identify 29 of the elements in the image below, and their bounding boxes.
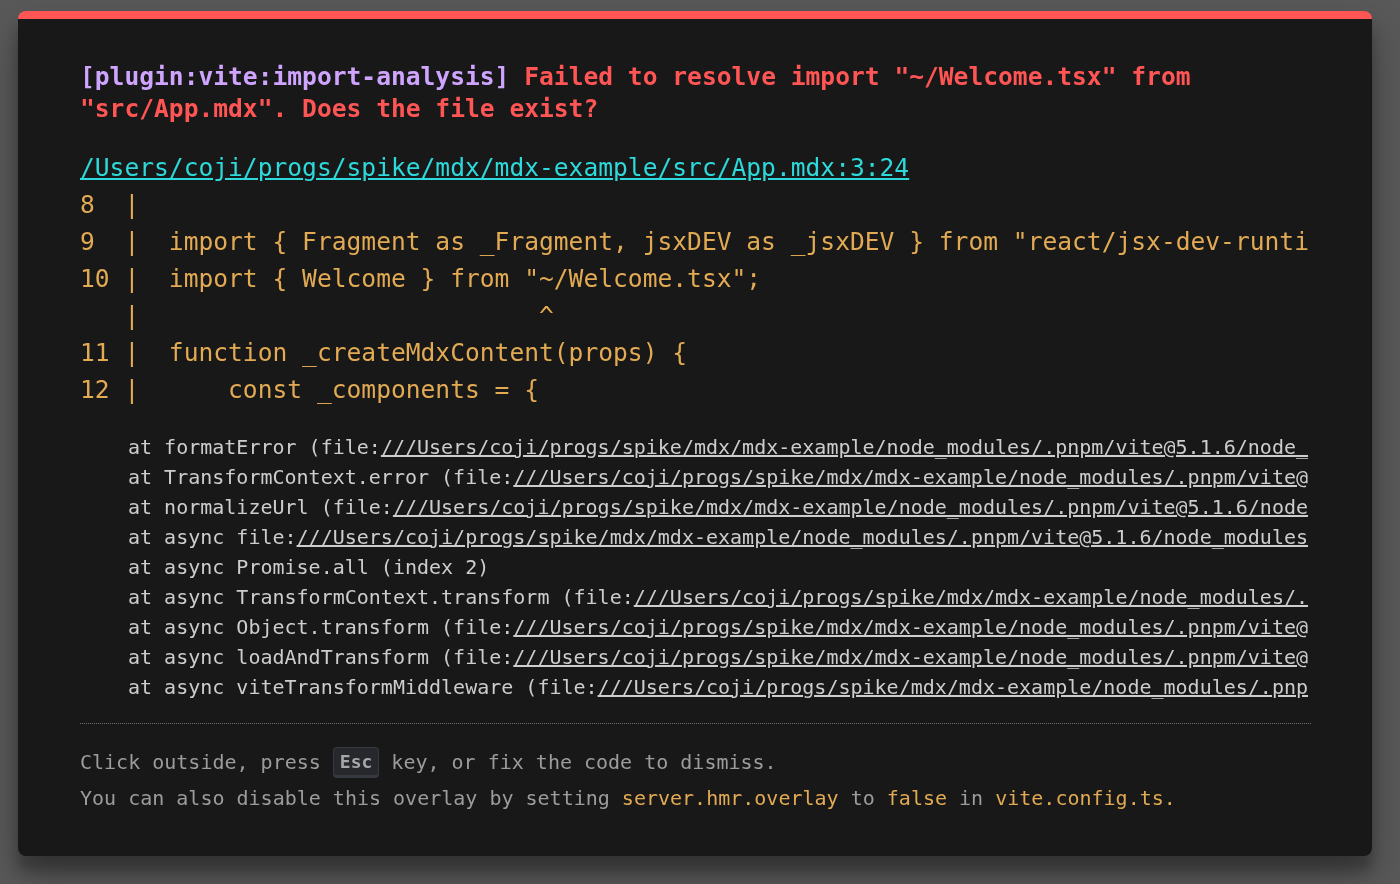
code-line: 12 | const _components = { bbox=[80, 374, 539, 406]
hint-text: key, or fix the code to dismiss. bbox=[391, 750, 777, 774]
code-line: 8 | bbox=[80, 189, 140, 221]
stack-frame-text: at async TransformContext.transform (file: bbox=[128, 584, 634, 611]
stack-frame-text: at TransformContext.error (file: bbox=[128, 464, 514, 491]
stack-frame-text: at async loadAndTransform (file: bbox=[128, 644, 514, 671]
file-link[interactable]: ///Users/coji/progs/spike/mdx/mdx-example/node_modules/.pnpm/vite@5.1.6/node bbox=[392, 492, 1309, 522]
file-link[interactable]: ///Users/coji/progs/spike/mdx/mdx-example/node_modules/.pnpm/vite@ bbox=[513, 612, 1309, 642]
code-line: 11 | function _createMdxContent(props) { bbox=[80, 337, 688, 369]
file-link[interactable]: /Users/coji/progs/spike/mdx/mdx-example/src/App.mdx:3:24 bbox=[80, 149, 910, 186]
code-line: | ^ bbox=[123, 300, 554, 332]
code-line: 9 | import { Fragment as _Fragment, jsxDEV as _jsxDEV } from "react/jsx-dev-runti bbox=[80, 226, 1309, 258]
stack-frame-text: at async file: bbox=[128, 524, 297, 551]
file-link[interactable]: ///Users/coji/progs/spike/mdx/mdx-example/node_modules/.pnpm/vite@5.1.6/node_ bbox=[380, 432, 1309, 462]
file-link[interactable]: ///Users/coji/progs/spike/mdx/mdx-example/node_modules/.pnpm/vite@ bbox=[513, 462, 1309, 492]
file-link[interactable]: ///Users/coji/progs/spike/mdx/mdx-example/node_modules/. bbox=[633, 582, 1309, 612]
overlay-hint: You can also disable this overlay by setting server.hmr.overlay to false in vite.config.ts. bbox=[80, 785, 1176, 812]
file-link[interactable]: ///Users/coji/progs/spike/mdx/mdx-example/node_modules/.pnp bbox=[597, 672, 1309, 702]
stack-frame-text: at formatError (file: bbox=[128, 434, 381, 461]
hint-text: Click outside, press bbox=[80, 750, 321, 774]
esc-key: Esc bbox=[332, 746, 380, 778]
file-link[interactable]: ///Users/coji/progs/spike/mdx/mdx-example/node_modules/.pnpm/vite@5.1.6/node_modules bbox=[296, 522, 1309, 552]
stack-frame-text: at normalizeUrl (file: bbox=[128, 494, 393, 521]
code-line: 10 | import { Welcome } from "~/Welcome.tsx"; bbox=[80, 263, 762, 295]
stack-frame-text: at async Promise.all (index 2) bbox=[128, 554, 490, 581]
stack-frame-text: at async viteTransformMiddleware (file: bbox=[128, 674, 598, 701]
error-message: [plugin:vite:import-analysis] Failed to resolve import "~/Welcome.tsx" from "src/App.mdx". Does the file exist? bbox=[80, 61, 1192, 125]
stack-frame-text: at async Object.transform (file: bbox=[128, 614, 514, 641]
file-link[interactable]: ///Users/coji/progs/spike/mdx/mdx-example/node_modules/.pnpm/vite@ bbox=[513, 642, 1309, 672]
